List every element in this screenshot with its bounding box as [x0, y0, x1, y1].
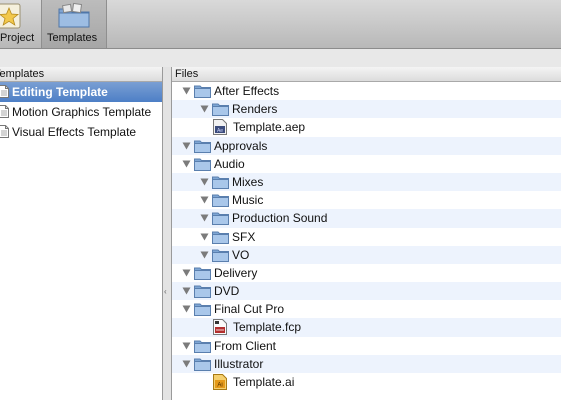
template-item[interactable]: Visual Effects Template — [0, 122, 162, 142]
splitter-grip-icon: ‹ — [164, 287, 167, 296]
disclosure-triangle-icon[interactable] — [200, 214, 209, 222]
folder-icon — [194, 267, 211, 280]
project-toolbar-label: Project — [0, 32, 35, 44]
templates-folder-icon — [58, 2, 90, 28]
project-toolbar-button[interactable]: Project — [0, 0, 40, 48]
folder-name: Music — [232, 193, 264, 208]
folder-icon — [194, 358, 211, 371]
disclosure-triangle-icon[interactable] — [182, 360, 191, 368]
templates-toolbar-label: Templates — [47, 32, 98, 44]
folder-name: Production Sound — [232, 211, 328, 226]
folder-row[interactable]: Audio — [172, 155, 561, 173]
disclosure-triangle-icon[interactable] — [200, 105, 209, 113]
folder-icon — [212, 103, 229, 117]
disclosure-triangle-icon[interactable] — [182, 142, 191, 150]
folder-row[interactable]: Music — [172, 191, 561, 209]
folder-name: From Client — [214, 338, 277, 353]
file-row[interactable]: Template.fcp — [172, 318, 561, 337]
folder-icon — [194, 158, 211, 171]
disclosure-triangle-icon[interactable] — [182, 269, 191, 277]
template-document-icon — [0, 85, 9, 98]
folder-row[interactable]: From Client — [172, 337, 561, 355]
folder-icon — [194, 303, 211, 317]
folder-name: Renders — [232, 102, 278, 117]
disclosure-triangle-icon[interactable] — [182, 87, 191, 95]
disclosure-triangle-icon[interactable] — [200, 233, 209, 241]
folder-name: SFX — [232, 229, 256, 244]
template-item-label: Visual Effects Template — [12, 125, 137, 139]
folder-name: DVD — [214, 284, 240, 299]
folder-icon — [212, 176, 229, 189]
folder-row[interactable]: Illustrator — [172, 354, 561, 373]
fcp-file-icon — [213, 319, 227, 336]
file-name: Template.fcp — [233, 320, 302, 335]
folder-name: Approvals — [214, 138, 268, 153]
templates-list: Editing Template Motion Graphics Template… — [0, 82, 162, 142]
file-name: Template.ai — [233, 375, 295, 389]
template-item[interactable]: Motion Graphics Template — [0, 102, 162, 122]
template-item-label: Motion Graphics Template — [12, 105, 152, 119]
folder-row[interactable]: SFX — [172, 228, 561, 246]
folder-row[interactable]: Delivery — [172, 264, 561, 282]
folder-row[interactable]: Mixes — [172, 172, 561, 192]
template-document-icon — [0, 105, 9, 118]
files-tree: After Effects Renders Ae Template.aep Approv… — [172, 82, 561, 391]
folder-row[interactable]: Final Cut Pro — [172, 300, 561, 318]
aep-file-icon: Ae — [213, 119, 227, 136]
star-project-icon — [0, 3, 21, 29]
disclosure-triangle-icon[interactable] — [182, 305, 191, 313]
folder-icon — [212, 194, 229, 208]
ai-file-icon: Ai — [213, 374, 227, 390]
svg-text:Ai: Ai — [217, 383, 222, 389]
toolbar: Project Templates — [0, 0, 561, 49]
folder-name: VO — [232, 247, 250, 262]
folder-name: Final Cut Pro — [214, 302, 285, 317]
folder-row[interactable]: After Effects — [172, 82, 561, 100]
file-row[interactable]: Ae Template.aep — [172, 118, 561, 136]
folder-row[interactable]: Approvals — [172, 136, 561, 155]
folder-icon — [194, 340, 211, 353]
folder-row[interactable]: VO — [172, 245, 561, 264]
disclosure-triangle-icon[interactable] — [182, 287, 191, 295]
folder-icon — [212, 231, 229, 244]
template-document-icon — [0, 125, 9, 138]
disclosure-triangle-icon[interactable] — [200, 178, 209, 186]
folder-name: Audio — [214, 156, 245, 171]
folder-icon — [194, 140, 211, 153]
svg-text:Ae: Ae — [217, 128, 223, 134]
files-panel: Files After Effects Renders Ae Template.aep… — [172, 67, 561, 400]
disclosure-triangle-icon[interactable] — [200, 251, 209, 259]
folder-icon — [194, 85, 211, 98]
templates-column-header[interactable]: Templates — [0, 67, 162, 82]
folder-name: Delivery — [214, 265, 258, 280]
templates-panel: Templates Editing Template Motion Graphic… — [0, 67, 163, 400]
folder-row[interactable]: Renders — [172, 100, 561, 119]
folder-row[interactable]: Production Sound — [172, 209, 561, 228]
folder-icon — [212, 249, 229, 262]
folder-icon — [194, 285, 211, 299]
folder-row[interactable]: DVD — [172, 282, 561, 301]
folder-name: Illustrator — [214, 356, 264, 371]
folder-name: Mixes — [232, 174, 264, 189]
disclosure-triangle-icon[interactable] — [182, 160, 191, 168]
folder-name: After Effects — [214, 84, 280, 98]
pane-splitter[interactable]: ‹ — [163, 67, 172, 400]
template-item[interactable]: Editing Template — [0, 82, 162, 102]
disclosure-triangle-icon[interactable] — [182, 342, 191, 350]
template-item-label: Editing Template — [12, 85, 108, 99]
file-name: Template.aep — [233, 120, 306, 135]
templates-toolbar-button[interactable]: Templates — [41, 0, 107, 48]
files-column-header[interactable]: Files — [172, 67, 561, 82]
file-row[interactable]: Ai Template.ai — [172, 373, 561, 391]
disclosure-triangle-icon[interactable] — [200, 196, 209, 204]
folder-icon — [212, 212, 229, 226]
